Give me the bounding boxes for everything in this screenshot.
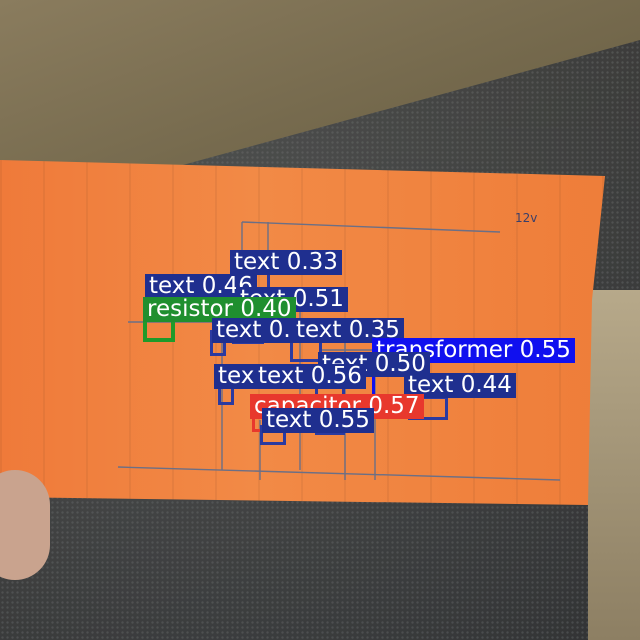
handwritten-label: 12v	[515, 211, 537, 225]
wire-top	[241, 221, 501, 233]
wire-bottom	[117, 466, 561, 481]
photo-scene: 12v text 0.33 text 0.46 text 0.51 resist…	[0, 0, 640, 640]
detection-label-text: text 0.55	[262, 408, 374, 433]
detection-label-text: text 0.33	[230, 250, 342, 275]
detection-label-text: text 0.56	[254, 364, 366, 389]
